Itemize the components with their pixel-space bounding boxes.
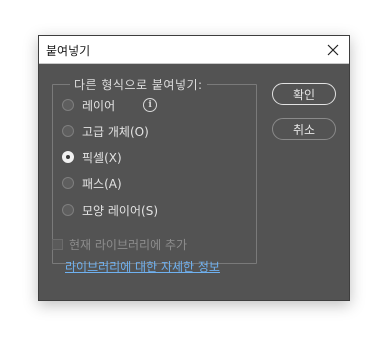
radio-shape-layer-label: 모양 레이어(S) [82, 203, 158, 218]
library-info-link[interactable]: 라이브러리에 대한 자세한 정보 [65, 258, 220, 275]
radio-smart-object-label: 고급 개체(O) [82, 124, 149, 139]
paste-as-legend: 다른 형식으로 붙여넣기: [70, 76, 207, 93]
add-to-library-row: 현재 라이브러리에 추가 [52, 236, 187, 252]
add-to-library-checkbox[interactable] [52, 238, 63, 250]
cancel-button[interactable]: 취소 [272, 118, 336, 140]
radio-pixels[interactable]: 픽셀(X) [62, 148, 122, 166]
radio-smart-object[interactable]: 고급 개체(O) [62, 122, 149, 140]
radio-layer[interactable]: 레이어 i [62, 96, 158, 114]
radio-path[interactable]: 패스(A) [62, 174, 122, 192]
radio-pixels-button[interactable] [62, 151, 74, 163]
radio-smart-object-button[interactable] [62, 125, 74, 137]
radio-layer-button[interactable] [62, 99, 74, 111]
radio-shape-layer-button[interactable] [62, 204, 74, 216]
close-button[interactable] [323, 40, 343, 60]
ok-button[interactable]: 확인 [272, 83, 336, 105]
dialog-titlebar: 붙여넣기 [39, 36, 349, 64]
radio-shape-layer[interactable]: 모양 레이어(S) [62, 201, 158, 219]
radio-path-label: 패스(A) [82, 176, 122, 191]
paste-dialog: 붙여넣기 다른 형식으로 붙여넣기: 레이어 i 고급 개체(O) 픽셀(X) … [38, 35, 350, 301]
radio-path-button[interactable] [62, 177, 74, 189]
dialog-title: 붙여넣기 [46, 44, 91, 58]
radio-layer-label: 레이어 [82, 98, 116, 113]
info-icon[interactable]: i [143, 98, 158, 112]
add-to-library-label: 현재 라이브러리에 추가 [69, 237, 188, 252]
radio-pixels-label: 픽셀(X) [82, 150, 122, 165]
close-icon [327, 44, 339, 56]
